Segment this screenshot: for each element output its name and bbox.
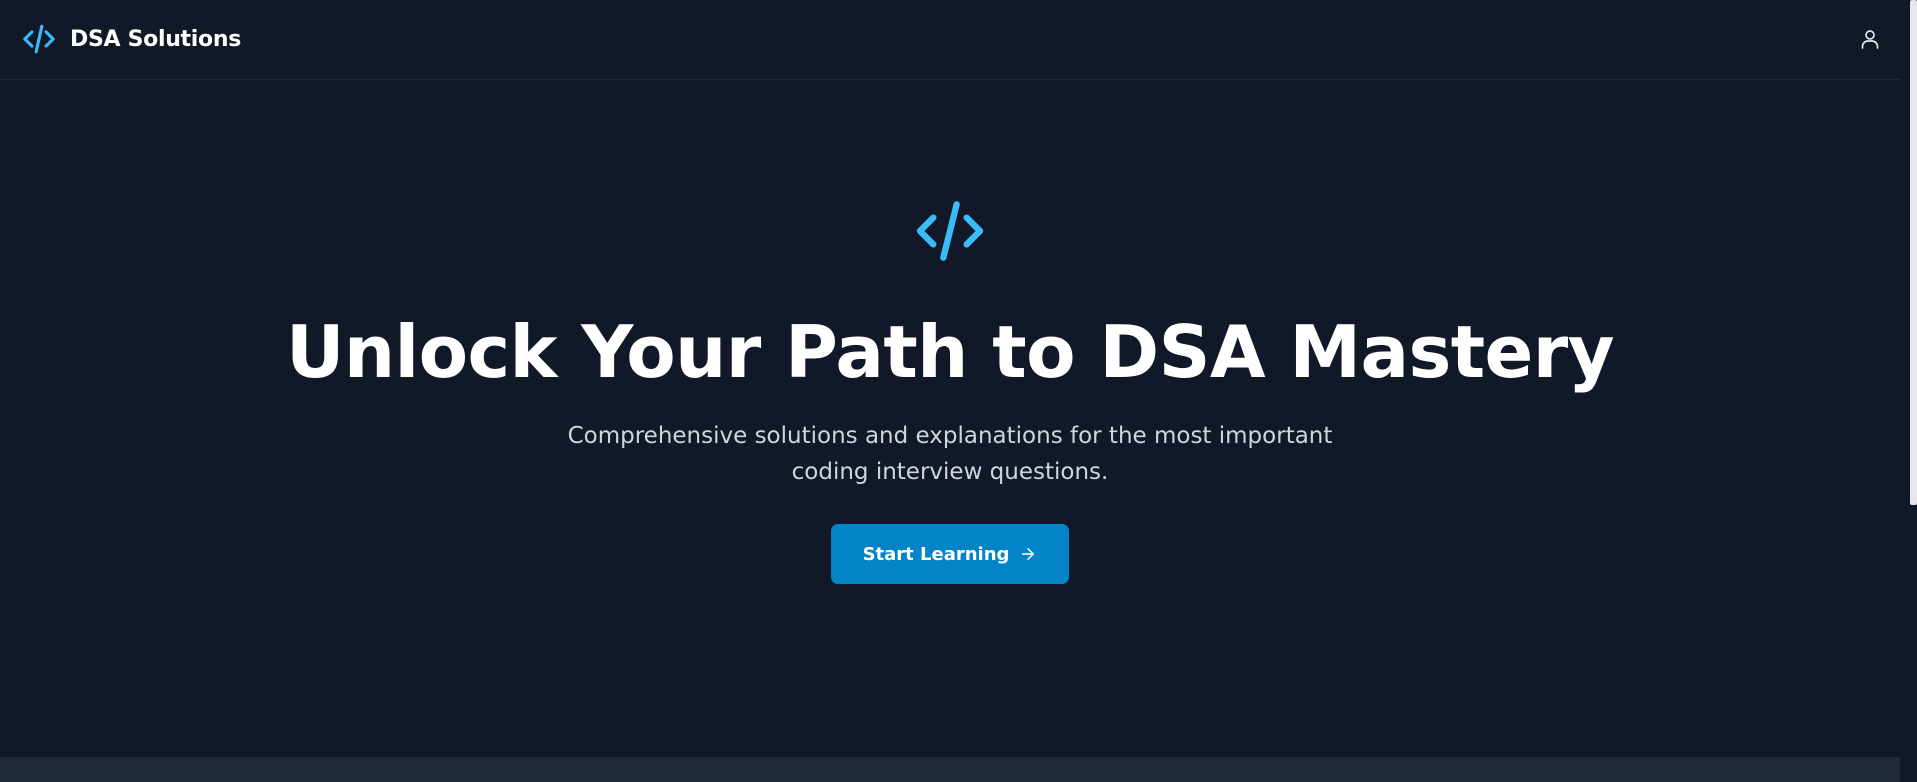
hero-section: Unlock Your Path to DSA Mastery Comprehe… bbox=[0, 81, 1900, 757]
hero-title: Unlock Your Path to DSA Mastery bbox=[285, 310, 1615, 394]
top-navbar: DSA Solutions bbox=[0, 0, 1900, 80]
start-learning-label: Start Learning bbox=[862, 543, 1010, 565]
start-learning-button[interactable]: Start Learning bbox=[831, 524, 1069, 585]
code-icon bbox=[23, 24, 55, 54]
next-section-edge bbox=[0, 757, 1900, 782]
user-icon bbox=[1861, 30, 1879, 49]
scrollbar-thumb[interactable] bbox=[1910, 0, 1917, 505]
hero-subtitle: Comprehensive solutions and explanations… bbox=[567, 423, 1333, 486]
brand-name: DSA Solutions bbox=[70, 26, 241, 52]
arrow-right-icon bbox=[1022, 548, 1035, 561]
user-account-button[interactable] bbox=[1855, 22, 1885, 56]
page: DSA Solutions Unlock Your Path to DSA Ma… bbox=[0, 0, 1917, 782]
code-icon bbox=[916, 201, 984, 261]
brand-link[interactable]: DSA Solutions bbox=[20, 22, 241, 56]
